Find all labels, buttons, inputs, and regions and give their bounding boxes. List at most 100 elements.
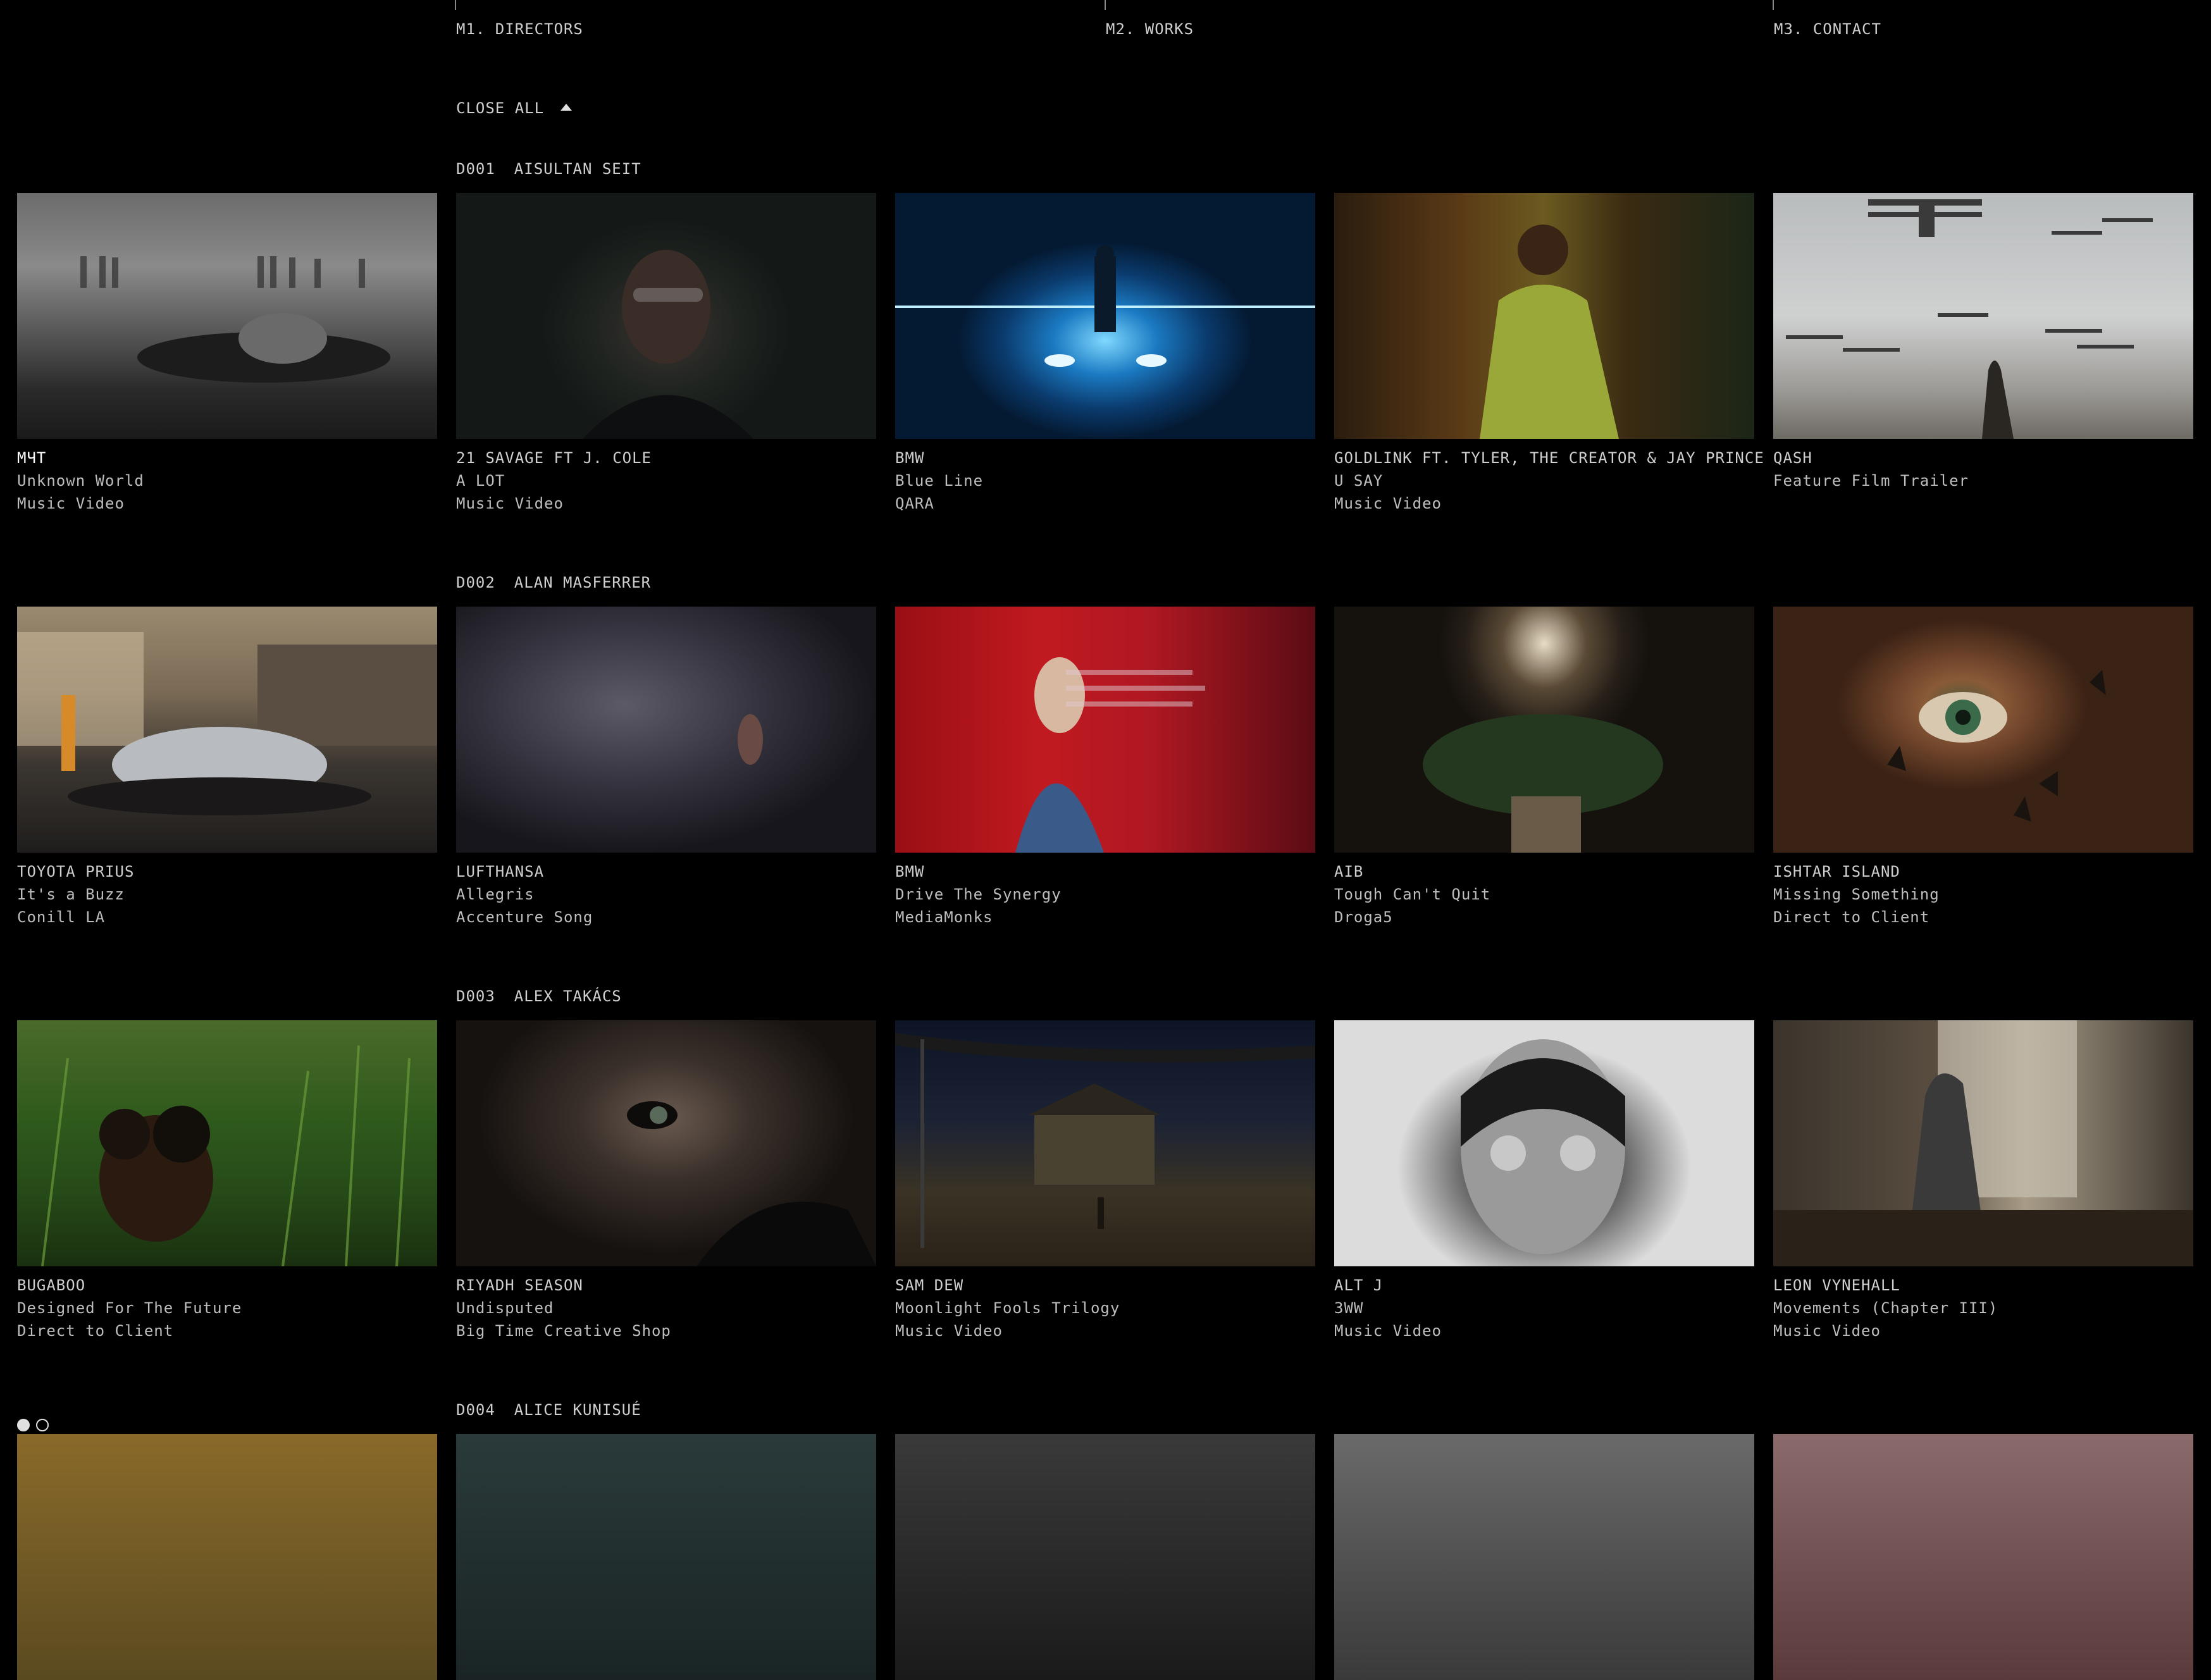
director-heading[interactable]: D001 AISULTAN SEIT <box>456 158 641 180</box>
work-title: Allegris <box>456 886 535 903</box>
work-client: QASH <box>1773 449 1812 467</box>
work-thumbnail[interactable] <box>895 1434 1315 1680</box>
work-tile[interactable]: МЧТ Unknown World Music Video <box>17 193 437 515</box>
work-thumbnail[interactable] <box>17 1020 437 1266</box>
work-agency: Music Video <box>895 1322 1003 1340</box>
work-thumbnail[interactable] <box>17 193 437 439</box>
nav-divider <box>455 0 456 10</box>
work-title: 3WW <box>1334 1299 1364 1317</box>
nav-divider <box>1773 0 1774 10</box>
work-thumbnail[interactable] <box>895 1020 1315 1266</box>
work-client: ISHTAR ISLAND <box>1773 863 1900 880</box>
work-agency: Droga5 <box>1334 908 1393 926</box>
work-title: Moonlight Fools Trilogy <box>895 1299 1120 1317</box>
work-agency: Accenture Song <box>456 908 593 926</box>
director-code: D004 <box>456 1401 495 1419</box>
work-title: Unknown World <box>17 472 144 490</box>
nav-contact-label[interactable]: M3. CONTACT <box>1774 18 1881 40</box>
work-client: SAM DEW <box>895 1276 964 1294</box>
work-grid: BUGABOO Designed For The Future Direct t… <box>17 1020 2194 1342</box>
work-tile[interactable]: SAM DEW Moonlight Fools Trilogy Music Vi… <box>895 1020 1315 1342</box>
work-agency: Big Time Creative Shop <box>456 1322 671 1340</box>
nav-works-label[interactable]: M2. WORKS <box>1106 18 1194 40</box>
work-client: ALT J <box>1334 1276 1384 1294</box>
work-tile[interactable] <box>895 1434 1315 1680</box>
work-thumbnail[interactable] <box>1334 193 1754 439</box>
work-tile[interactable] <box>456 1434 876 1680</box>
work-client: RIYADH SEASON <box>456 1276 583 1294</box>
work-grid: TOYOTA PRIUS It's a Buzz Conill LA LUFTH… <box>17 607 2194 929</box>
director-code: D003 <box>456 987 495 1005</box>
work-thumbnail[interactable] <box>1334 1020 1754 1266</box>
work-agency: Direct to Client <box>17 1322 174 1340</box>
work-tile[interactable]: GOLDLINK FT. TYLER, THE CREATOR & JAY PR… <box>1334 193 1764 515</box>
work-thumbnail[interactable] <box>17 1434 437 1680</box>
work-agency: Music Video <box>17 495 125 512</box>
work-tile[interactable] <box>1773 1434 2193 1680</box>
work-title: Tough Can't Quit <box>1334 886 1491 903</box>
work-agency: Music Video <box>1334 1322 1442 1340</box>
work-tile[interactable]: QASH Feature Film Trailer <box>1773 193 2193 515</box>
work-tile[interactable]: AIB Tough Can't Quit Droga5 <box>1334 607 1754 929</box>
work-tile[interactable]: BMW Drive The Synergy MediaMonks <box>895 607 1315 929</box>
work-tile[interactable]: ISHTAR ISLAND Missing Something Direct t… <box>1773 607 2193 929</box>
work-agency: Music Video <box>1773 1322 1881 1340</box>
close-all-button[interactable]: CLOSE ALL <box>456 97 573 120</box>
work-client: GOLDLINK FT. TYLER, THE CREATOR & JAY PR… <box>1334 449 1764 467</box>
work-tile[interactable]: RIYADH SEASON Undisputed Big Time Creati… <box>456 1020 876 1342</box>
director-name: AISULTAN SEIT <box>514 160 641 178</box>
work-thumbnail[interactable] <box>456 1434 876 1680</box>
work-grid: МЧТ Unknown World Music Video 21 SAVAGE … <box>17 193 2194 515</box>
work-grid <box>17 1434 2194 1680</box>
work-thumbnail[interactable] <box>17 607 437 853</box>
work-client: BUGABOO <box>17 1276 86 1294</box>
director-name: ALICE KUNISUÉ <box>514 1401 641 1419</box>
work-tile[interactable] <box>1334 1434 1754 1680</box>
work-thumbnail[interactable] <box>895 607 1315 853</box>
work-title: Missing Something <box>1773 886 1940 903</box>
director-heading[interactable]: D004 ALICE KUNISUÉ <box>456 1399 641 1421</box>
work-thumbnail[interactable] <box>456 1020 876 1266</box>
work-agency: MediaMonks <box>895 908 993 926</box>
work-thumbnail[interactable] <box>1773 1020 2193 1266</box>
work-title: Blue Line <box>895 472 984 490</box>
work-title: Designed For The Future <box>17 1299 242 1317</box>
work-thumbnail[interactable] <box>1334 607 1754 853</box>
work-thumbnail[interactable] <box>1773 193 2193 439</box>
work-tile[interactable]: BUGABOO Designed For The Future Direct t… <box>17 1020 437 1342</box>
pager-dot-icon[interactable] <box>17 1419 30 1431</box>
work-agency: QARA <box>895 495 934 512</box>
director-code: D001 <box>456 160 495 178</box>
work-agency: Music Video <box>456 495 564 512</box>
work-client: МЧТ <box>17 449 47 467</box>
director-heading[interactable]: D002 ALAN MASFERRER <box>456 571 651 594</box>
work-client: 21 SAVAGE FT J. COLE <box>456 449 652 467</box>
work-thumbnail[interactable] <box>456 607 876 853</box>
work-title: Movements (Chapter III) <box>1773 1299 1998 1317</box>
work-agency: Music Video <box>1334 495 1442 512</box>
work-tile[interactable] <box>17 1434 437 1680</box>
work-tile[interactable]: 21 SAVAGE FT J. COLE A LOT Music Video <box>456 193 876 515</box>
pager-dot-icon[interactable] <box>36 1419 49 1431</box>
work-tile[interactable]: BMW Blue Line QARA <box>895 193 1315 515</box>
work-thumbnail[interactable] <box>1773 1434 2193 1680</box>
work-client: AIB <box>1334 863 1364 880</box>
work-client: LEON VYNEHALL <box>1773 1276 1900 1294</box>
work-tile[interactable]: LEON VYNEHALL Movements (Chapter III) Mu… <box>1773 1020 2193 1342</box>
director-name: ALAN MASFERRER <box>514 574 652 591</box>
pager <box>17 1419 49 1431</box>
director-heading[interactable]: D003 ALEX TAKÁCS <box>456 985 622 1008</box>
work-title: Feature Film Trailer <box>1773 472 1969 490</box>
work-tile[interactable]: LUFTHANSA Allegris Accenture Song <box>456 607 876 929</box>
work-client: TOYOTA PRIUS <box>17 863 135 880</box>
work-thumbnail[interactable] <box>895 193 1315 439</box>
work-title: Undisputed <box>456 1299 554 1317</box>
work-thumbnail[interactable] <box>456 193 876 439</box>
work-tile[interactable]: ALT J 3WW Music Video <box>1334 1020 1754 1342</box>
work-client: BMW <box>895 449 925 467</box>
caret-up-icon <box>560 103 573 111</box>
work-thumbnail[interactable] <box>1773 607 2193 853</box>
nav-directors-label[interactable]: M1. DIRECTORS <box>456 18 583 40</box>
work-tile[interactable]: TOYOTA PRIUS It's a Buzz Conill LA <box>17 607 437 929</box>
work-thumbnail[interactable] <box>1334 1434 1754 1680</box>
